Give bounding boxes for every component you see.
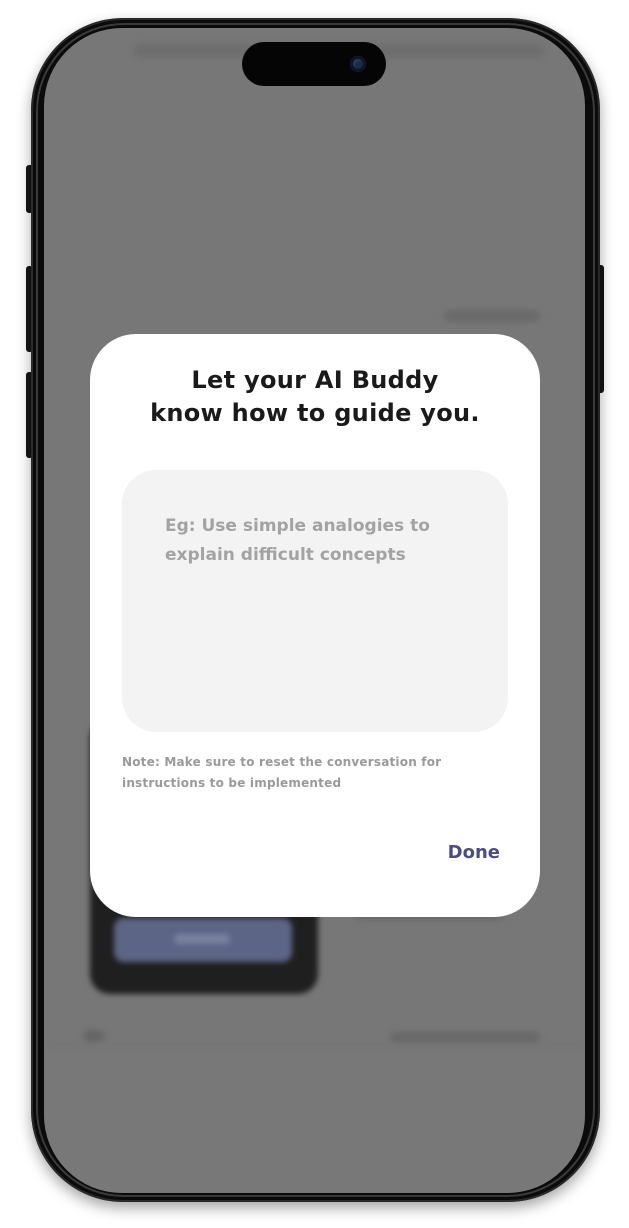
modal-title-line-2: know how to guide you. <box>150 399 480 427</box>
instruction-input[interactable] <box>165 512 485 712</box>
instruction-input-container[interactable] <box>122 470 508 732</box>
blurred-footer-text <box>390 1032 540 1042</box>
blurred-panel-button-label <box>174 934 230 944</box>
modal-title-line-1: Let your AI Buddy <box>191 366 439 394</box>
blurred-bottom-area <box>44 1050 585 1193</box>
modal-title: Let your AI Buddy know how to guide you. <box>90 364 540 430</box>
guidance-modal: Let your AI Buddy know how to guide you.… <box>90 334 540 917</box>
front-camera-icon <box>350 56 366 72</box>
blurred-footer-icon <box>84 1030 104 1042</box>
done-button[interactable]: Done <box>430 838 500 866</box>
blurred-top-chip <box>444 310 540 322</box>
reset-note: Note: Make sure to reset the conversatio… <box>122 755 442 790</box>
device-mockup: Let your AI Buddy know how to guide you.… <box>0 0 629 1228</box>
